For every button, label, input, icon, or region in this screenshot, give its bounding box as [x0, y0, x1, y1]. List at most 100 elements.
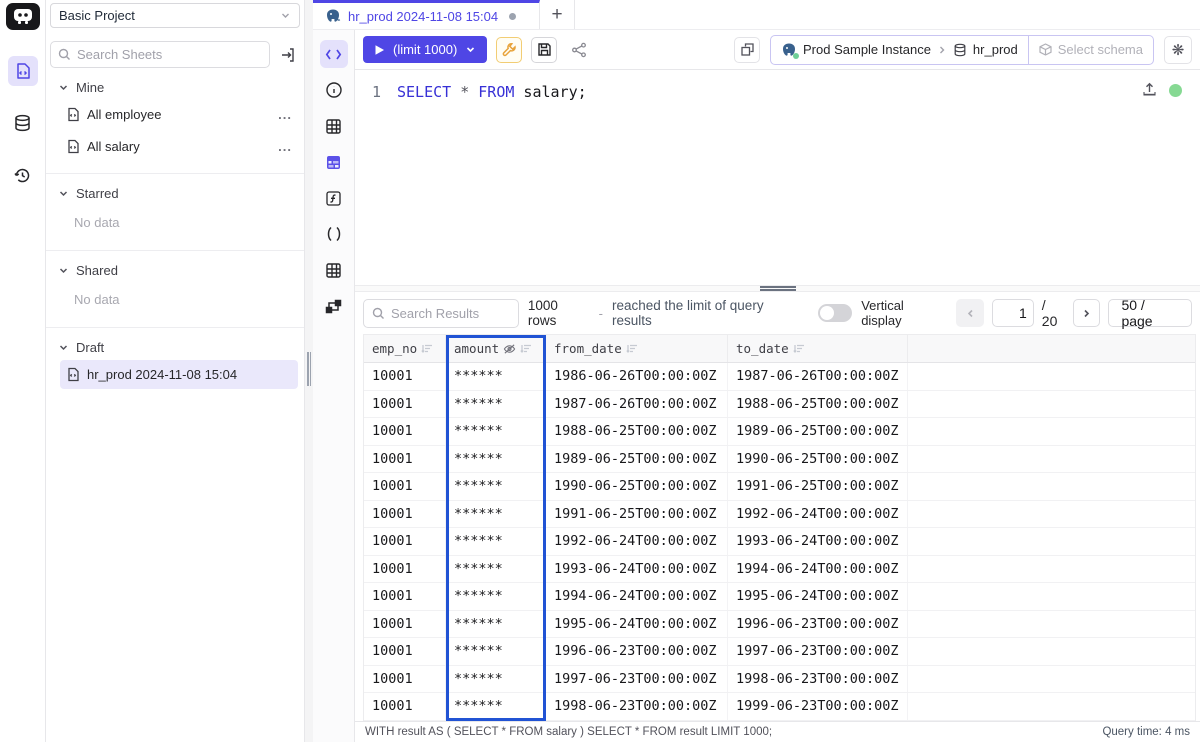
databases-nav-button[interactable] — [8, 108, 38, 138]
column-header-emp-no[interactable]: emp_no — [364, 335, 446, 362]
column-header-amount[interactable]: amount — [446, 335, 546, 362]
table-cell[interactable]: 10001 — [364, 693, 446, 720]
table-cell[interactable]: ****** — [446, 501, 546, 528]
table-cell[interactable]: ****** — [446, 693, 546, 720]
share-sheet-button[interactable] — [566, 37, 592, 63]
table-cell[interactable]: 1995-06-24T00:00:00Z — [546, 611, 728, 638]
resize-handle[interactable] — [307, 352, 311, 386]
table-cell[interactable]: 1988-06-25T00:00:00Z — [546, 418, 728, 445]
table-cell[interactable]: 1991-06-25T00:00:00Z — [728, 473, 908, 500]
vertical-display-toggle[interactable] — [818, 304, 852, 322]
column-header-to-date[interactable]: to_date — [728, 335, 908, 362]
ai-assistant-button[interactable]: ❋ — [1164, 36, 1192, 64]
panel-splitter[interactable] — [355, 285, 1200, 292]
table-cell[interactable]: 10001 — [364, 363, 446, 390]
table-cell[interactable]: ****** — [446, 556, 546, 583]
sheet-item-all-salary[interactable]: All salary ... — [60, 132, 298, 161]
table-cell[interactable]: 1996-06-23T00:00:00Z — [728, 611, 908, 638]
table-cell[interactable]: 10001 — [364, 501, 446, 528]
functions-panel-button[interactable] — [320, 184, 348, 212]
table-cell[interactable]: ****** — [446, 446, 546, 473]
table-cell[interactable]: 1995-06-24T00:00:00Z — [728, 583, 908, 610]
sort-icon[interactable] — [520, 343, 533, 355]
sort-icon[interactable] — [793, 343, 806, 355]
table-cell[interactable]: 1987-06-26T00:00:00Z — [546, 391, 728, 418]
search-results-input[interactable]: Search Results — [363, 299, 519, 328]
page-number-input[interactable] — [992, 299, 1034, 327]
table-cell[interactable]: 10001 — [364, 666, 446, 693]
table-data-panel-button[interactable] — [320, 148, 348, 176]
new-tab-button[interactable]: + — [540, 0, 575, 29]
section-mine-header[interactable]: Mine — [58, 78, 292, 97]
table-cell[interactable]: 1998-06-23T00:00:00Z — [728, 666, 908, 693]
table-cell[interactable]: 10001 — [364, 583, 446, 610]
user-avatar[interactable]: DE — [1164, 2, 1190, 28]
sidebar-resize-gutter[interactable] — [305, 0, 313, 742]
table-cell[interactable]: ****** — [446, 611, 546, 638]
sheet-item-draft-hr-prod[interactable]: hr_prod 2024-11-08 15:04 — [60, 360, 298, 389]
sheet-item-all-employee[interactable]: All employee ... — [60, 100, 298, 129]
table-cell[interactable]: 1994-06-24T00:00:00Z — [728, 556, 908, 583]
procedures-panel-button[interactable] — [320, 220, 348, 248]
table-cell[interactable]: ****** — [446, 583, 546, 610]
table-cell[interactable]: 1993-06-24T00:00:00Z — [546, 556, 728, 583]
table-cell[interactable]: 1987-06-26T00:00:00Z — [728, 363, 908, 390]
table-cell[interactable]: ****** — [446, 528, 546, 555]
table-cell[interactable]: 10001 — [364, 638, 446, 665]
table-cell[interactable]: 10001 — [364, 473, 446, 500]
table-cell[interactable]: 10001 — [364, 391, 446, 418]
sheets-nav-button[interactable] — [8, 56, 38, 86]
sheet-search-input[interactable]: Search Sheets — [50, 41, 270, 68]
views-panel-button[interactable] — [320, 256, 348, 284]
table-cell[interactable]: 1992-06-24T00:00:00Z — [728, 501, 908, 528]
table-cell[interactable]: 1994-06-24T00:00:00Z — [546, 583, 728, 610]
format-sql-button[interactable] — [496, 37, 522, 63]
tab-hr-prod[interactable]: hr_prod 2024-11-08 15:04 — [313, 0, 540, 29]
page-size-select[interactable]: 50 / page — [1108, 299, 1192, 327]
next-page-button[interactable] — [1073, 299, 1101, 327]
table-cell[interactable]: ****** — [446, 638, 546, 665]
more-options-button[interactable]: ... — [278, 107, 292, 122]
save-sheet-button[interactable] — [531, 37, 557, 63]
export-icon[interactable] — [1142, 82, 1157, 98]
table-cell[interactable]: 1997-06-23T00:00:00Z — [546, 666, 728, 693]
tables-panel-button[interactable] — [320, 112, 348, 140]
table-cell[interactable]: 1990-06-25T00:00:00Z — [546, 473, 728, 500]
table-cell[interactable]: 1998-06-23T00:00:00Z — [546, 693, 728, 720]
more-options-button[interactable]: ... — [278, 139, 292, 154]
table-cell[interactable]: ****** — [446, 363, 546, 390]
table-cell[interactable]: 1993-06-24T00:00:00Z — [728, 528, 908, 555]
sql-code-editor[interactable]: 1 SELECT * FROM salary; — [355, 70, 1200, 285]
run-query-button[interactable]: (limit 1000) — [363, 36, 487, 63]
table-cell[interactable]: 1997-06-23T00:00:00Z — [728, 638, 908, 665]
instance-database-select[interactable]: Prod Sample Instance hr_prod — [771, 36, 1028, 64]
table-cell[interactable]: 1989-06-25T00:00:00Z — [728, 418, 908, 445]
table-cell[interactable]: 10001 — [364, 611, 446, 638]
code-panel-button[interactable] — [320, 40, 348, 68]
section-starred-header[interactable]: Starred — [58, 184, 292, 203]
schema-diagram-button[interactable] — [320, 292, 348, 320]
section-draft-header[interactable]: Draft — [58, 338, 292, 357]
table-cell[interactable]: 10001 — [364, 418, 446, 445]
table-cell[interactable]: 1988-06-25T00:00:00Z — [728, 391, 908, 418]
project-select[interactable]: Basic Project — [50, 3, 300, 28]
table-cell[interactable]: ****** — [446, 666, 546, 693]
table-cell[interactable]: 1989-06-25T00:00:00Z — [546, 446, 728, 473]
section-shared-header[interactable]: Shared — [58, 261, 292, 280]
table-cell[interactable]: 1992-06-24T00:00:00Z — [546, 528, 728, 555]
table-cell[interactable]: 1990-06-25T00:00:00Z — [728, 446, 908, 473]
sort-icon[interactable] — [421, 343, 434, 355]
batch-query-button[interactable] — [734, 37, 760, 63]
schema-select[interactable]: Select schema — [1028, 36, 1153, 64]
table-cell[interactable]: 1991-06-25T00:00:00Z — [546, 501, 728, 528]
sort-icon[interactable] — [626, 343, 639, 355]
prev-page-button[interactable] — [956, 299, 984, 327]
table-cell[interactable]: ****** — [446, 473, 546, 500]
table-cell[interactable]: 10001 — [364, 528, 446, 555]
table-cell[interactable]: 1986-06-26T00:00:00Z — [546, 363, 728, 390]
import-sheet-button[interactable] — [276, 43, 300, 67]
bytebase-logo[interactable] — [6, 3, 40, 30]
table-cell[interactable]: ****** — [446, 391, 546, 418]
column-header-from-date[interactable]: from_date — [546, 335, 728, 362]
table-cell[interactable]: 1999-06-23T00:00:00Z — [728, 693, 908, 720]
